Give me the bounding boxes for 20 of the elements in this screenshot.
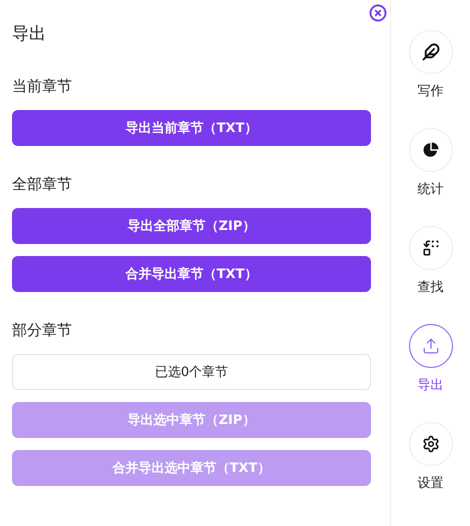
export-button[interactable]: 合并导出章节（TXT） [12, 256, 371, 292]
pie-chart-icon [422, 141, 440, 159]
panel-title: 导出 [12, 23, 47, 46]
sidebar-label: 查找 [418, 279, 444, 296]
sidebar-label: 写作 [418, 83, 444, 100]
sidebar-label: 导出 [418, 377, 444, 394]
section-label: 当前章节 [12, 76, 73, 96]
close-button[interactable] [369, 4, 387, 22]
replace-icon [422, 239, 440, 257]
close-icon [369, 4, 387, 22]
feather-icon [422, 43, 440, 61]
upload-icon [422, 337, 440, 355]
sidebar-label: 统计 [418, 181, 444, 198]
section-label: 部分章节 [12, 320, 73, 340]
chapter-selector[interactable]: 已选0个章节 [12, 354, 371, 390]
sidebar-label: 设置 [418, 475, 444, 492]
settings-icon [422, 435, 440, 453]
export-button[interactable]: 导出当前章节（TXT） [12, 110, 371, 146]
export-button[interactable]: 导出全部章节（ZIP） [12, 208, 371, 244]
section-label: 全部章节 [12, 174, 73, 194]
